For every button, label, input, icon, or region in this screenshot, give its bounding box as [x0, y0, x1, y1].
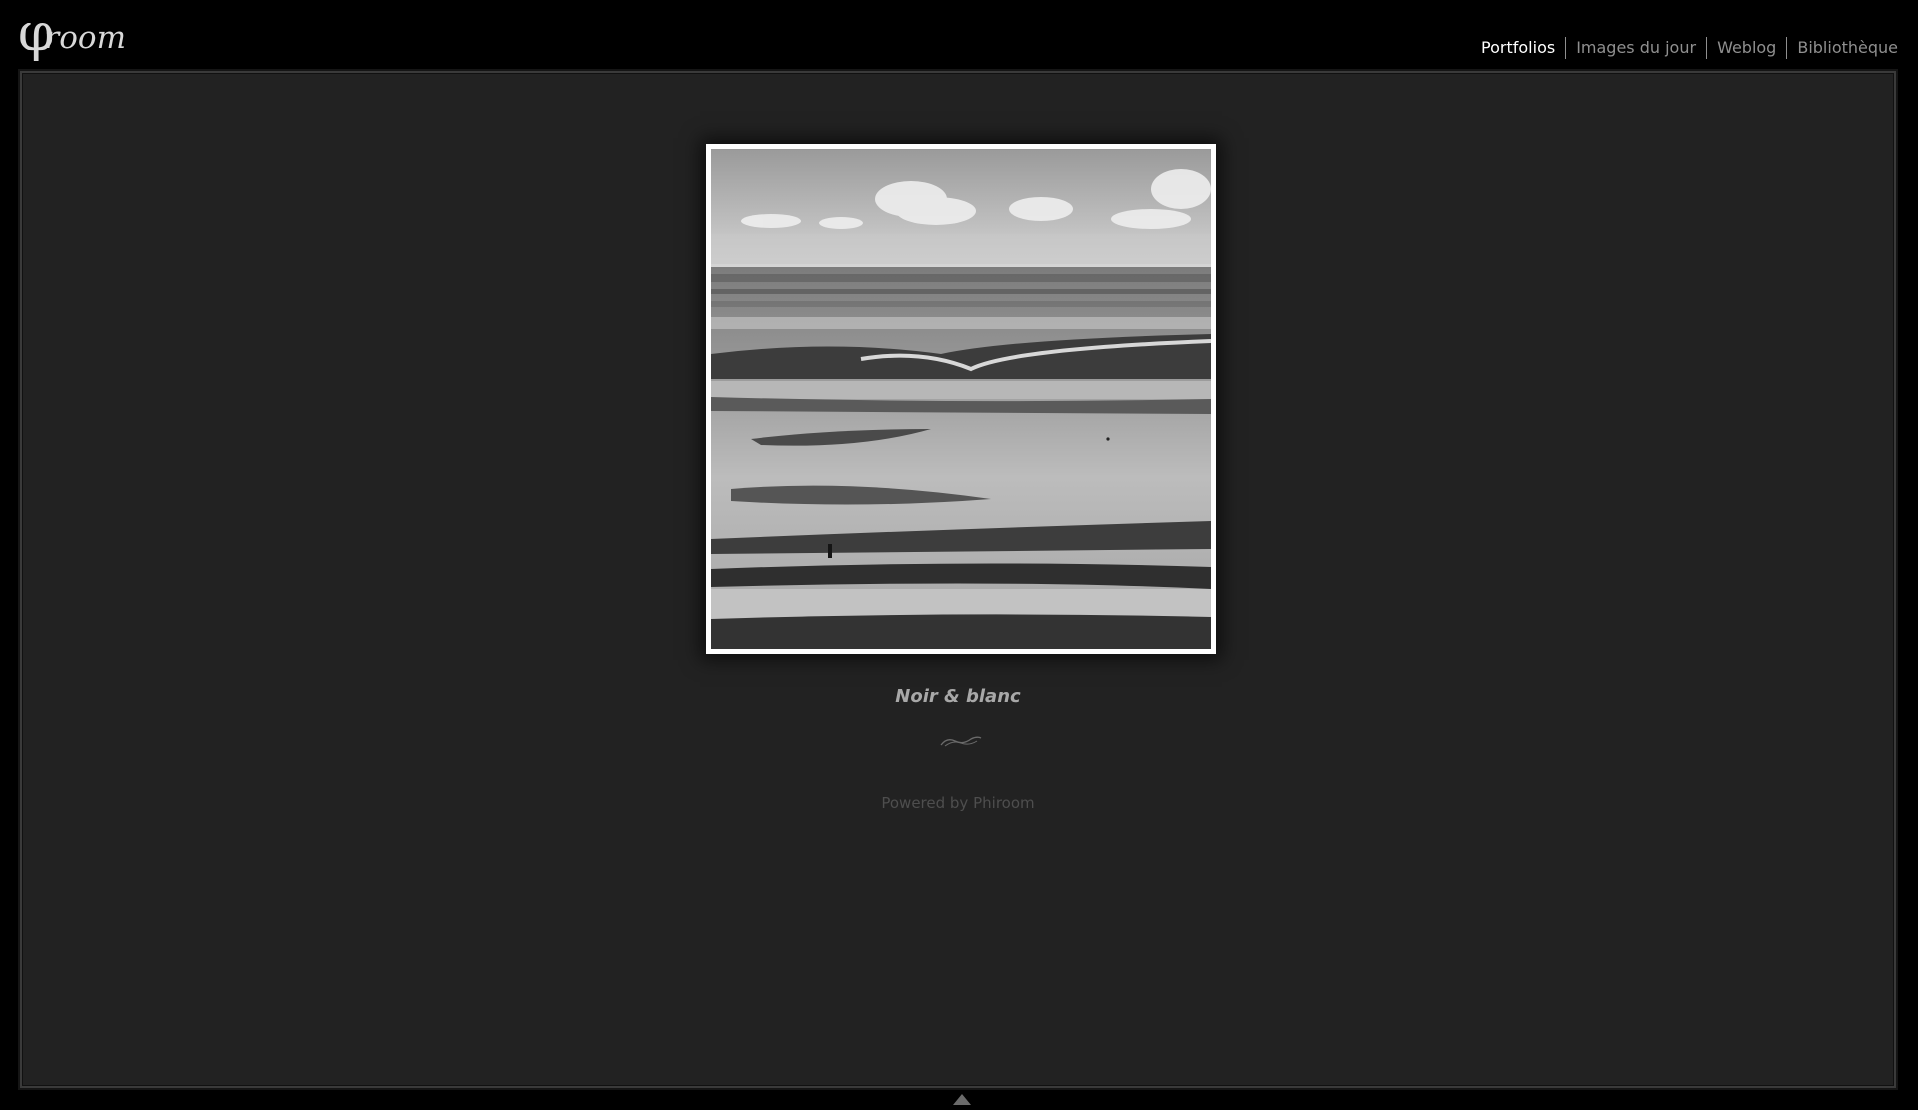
logo-word: room [44, 20, 126, 56]
portfolio-cover-image[interactable] [706, 144, 1216, 654]
ornament-icon [940, 736, 982, 747]
nav-item-bibliotheque[interactable]: Bibliothèque [1786, 37, 1898, 59]
nav-item-weblog[interactable]: Weblog [1706, 37, 1786, 59]
landscape-photo [711, 149, 1211, 649]
page: φ room Portfolios Images du jour Weblog … [0, 0, 1918, 1110]
nav-item-images-du-jour[interactable]: Images du jour [1565, 37, 1706, 59]
main-nav: Portfolios Images du jour Weblog Bibliot… [1471, 37, 1898, 59]
site-logo[interactable]: φ room [18, 7, 126, 59]
powered-by-prefix: Powered by [881, 794, 969, 812]
nav-item-portfolios[interactable]: Portfolios [1471, 37, 1565, 59]
content-frame: Noir & blanc Powered by Phiroom [20, 71, 1896, 1088]
portfolio-title[interactable]: Noir & blanc [22, 686, 1894, 707]
scroll-up-icon[interactable] [953, 1094, 971, 1105]
powered-by: Powered by Phiroom [22, 794, 1894, 812]
phiroom-link[interactable]: Phiroom [973, 794, 1035, 812]
